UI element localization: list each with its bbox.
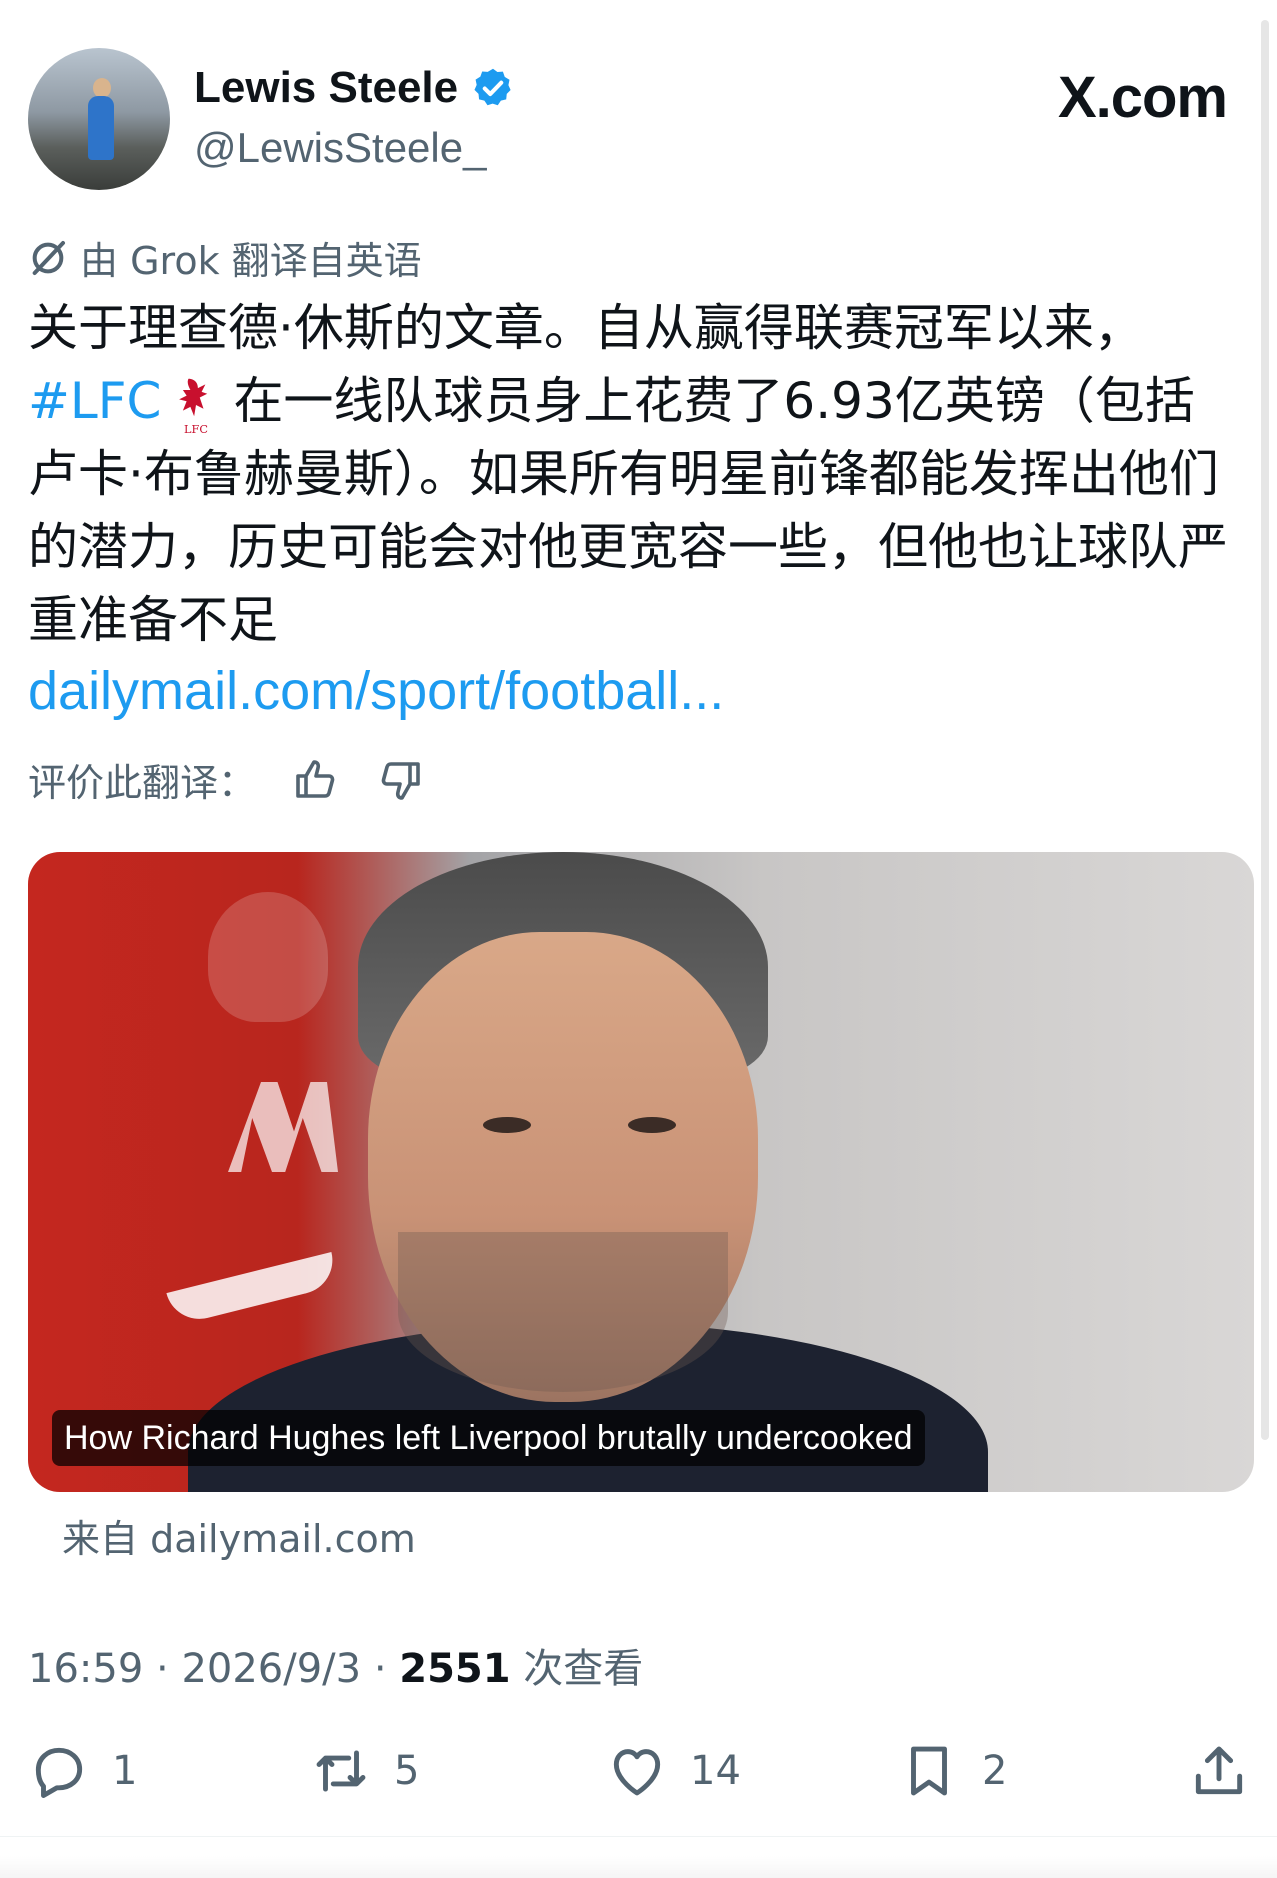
bookmark-icon <box>911 1746 947 1796</box>
scrollbar[interactable] <box>1261 20 1269 1440</box>
lfc-liverbird-icon: LFC <box>179 378 208 435</box>
avatar-person <box>88 96 114 160</box>
tweet-header: Lewis Steele @LewisSteele_ X.com <box>28 48 1237 198</box>
handle[interactable]: @LewisSteele_ <box>194 120 515 176</box>
translation-note: 由 Grok 翻译自英语 <box>28 230 422 285</box>
card-bg-crest <box>208 892 328 1022</box>
card-bg-mark <box>228 1082 338 1172</box>
retweet-icon <box>316 1750 366 1792</box>
meta-separator: · <box>373 1646 387 1692</box>
tweet-text-line1: 关于理查德·休斯的文章。自从赢得联赛冠军以来， <box>28 299 1144 357</box>
bookmark-count: 2 <box>982 1748 1008 1794</box>
thumbs-down-icon[interactable] <box>376 756 424 804</box>
bookmark-button[interactable]: 2 <box>898 1740 1007 1802</box>
retweet-button[interactable]: 5 <box>310 1740 419 1802</box>
tweet-text: 关于理查德·休斯的文章。自从赢得联赛冠军以来， #LFC LFC 在一线队球员身… <box>28 292 1238 657</box>
rate-translation-label: 评价此翻译： <box>28 761 257 805</box>
like-count: 14 <box>690 1748 741 1794</box>
card-source[interactable]: 来自 dailymail.com <box>62 1508 416 1563</box>
card-caption: How Richard Hughes left Liverpool brutal… <box>52 1410 925 1466</box>
action-bar: 1 5 14 2 <box>20 1740 1260 1810</box>
verified-badge-icon <box>474 68 511 106</box>
reply-count: 1 <box>112 1748 138 1794</box>
views-label: 次查看 <box>523 1646 644 1692</box>
x-brand-logo: X.com <box>1057 65 1228 130</box>
reply-button[interactable]: 1 <box>28 1740 137 1802</box>
author-info: Lewis Steele @LewisSteele_ <box>194 62 515 176</box>
thumbs-up-icon[interactable] <box>292 756 340 804</box>
card-bg-swoosh <box>166 1251 340 1327</box>
avatar[interactable] <box>28 48 170 190</box>
share-icon <box>1195 1746 1243 1795</box>
svg-text:LFC: LFC <box>184 423 208 435</box>
grok-icon <box>32 240 65 275</box>
like-button[interactable]: 14 <box>606 1740 741 1802</box>
translation-note-text: 由 Grok 翻译自英语 <box>80 239 422 283</box>
card-photo-stubble <box>398 1232 728 1392</box>
avatar-head <box>93 78 111 98</box>
link-preview-card[interactable]: How Richard Hughes left Liverpool brutal… <box>28 852 1254 1492</box>
next-tweet-peek <box>0 1856 1277 1878</box>
reply-icon <box>35 1747 83 1798</box>
views-count: 2551 <box>399 1646 511 1692</box>
divider <box>0 1836 1277 1837</box>
meta-separator: · <box>156 1646 169 1692</box>
display-name[interactable]: Lewis Steele <box>194 62 458 114</box>
article-link[interactable]: dailymail.com/sport/football... <box>28 660 724 722</box>
tweet-time[interactable]: 16:59 <box>28 1646 143 1692</box>
card-photo-eye-left <box>483 1117 531 1133</box>
card-photo-eye-right <box>628 1117 676 1133</box>
retweet-count: 5 <box>394 1748 420 1794</box>
tweet-meta: 16:59 · 2026/9/3 · 2551 次查看 <box>28 1636 643 1694</box>
hashtag-lfc[interactable]: #LFC <box>28 372 161 430</box>
heart-icon <box>613 1749 661 1796</box>
share-button[interactable] <box>1188 1740 1272 1802</box>
tweet-date[interactable]: 2026/9/3 <box>181 1646 361 1692</box>
rate-translation: 评价此翻译： <box>28 752 424 807</box>
